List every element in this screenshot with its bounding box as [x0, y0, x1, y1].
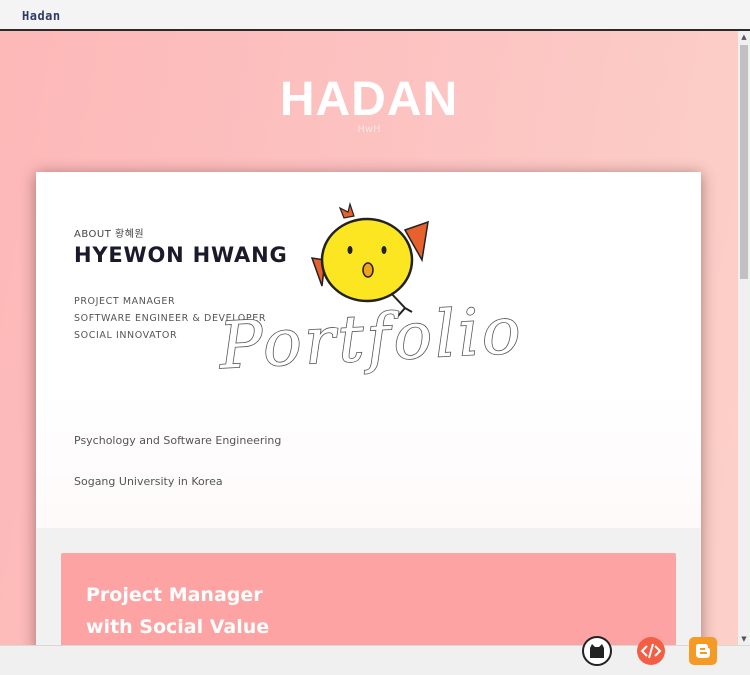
education-major: Psychology and Software Engineering — [74, 434, 282, 447]
project-manager-section: Project Manager with Social Value — [61, 553, 676, 645]
section-band: Project Manager with Social Value — [36, 528, 701, 645]
blogger-button[interactable] — [688, 636, 718, 666]
chick-eye — [381, 246, 387, 254]
hero-title: HADAN — [279, 73, 459, 126]
hero-subtitle: HwH — [357, 124, 381, 135]
scroll-up-arrow-icon[interactable]: ▲ — [738, 31, 750, 43]
chick-beak — [362, 262, 374, 278]
site-logo[interactable]: Hadan — [22, 9, 61, 23]
role-item: PROJECT MANAGER — [74, 296, 176, 307]
section-heading-line: with Social Value — [86, 616, 270, 638]
about-label: ABOUT 황혜원 — [74, 229, 145, 240]
vertical-scrollbar[interactable]: ▲ ▼ — [738, 31, 750, 645]
scroll-down-arrow-icon[interactable]: ▼ — [738, 633, 750, 645]
top-bar: Hadan — [0, 0, 750, 31]
github-button[interactable] — [582, 636, 612, 666]
chick-comb — [338, 201, 355, 219]
chick-body — [320, 217, 414, 303]
code-link-button[interactable] — [636, 636, 666, 666]
blogger-b-shape — [696, 644, 710, 658]
education-university: Sogang University in Korea — [74, 475, 223, 488]
section-heading-line: Project Manager — [86, 584, 263, 606]
portfolio-logo-chick: Portfolio — [216, 201, 526, 385]
role-item: SOCIAL INNOVATOR — [74, 330, 178, 341]
blogger-b-line — [700, 652, 707, 654]
blogger-b-line — [700, 648, 705, 650]
scrollbar-thumb[interactable] — [740, 45, 748, 279]
chick-eye — [347, 246, 353, 254]
portfolio-script-text: Portfolio — [217, 294, 525, 384]
